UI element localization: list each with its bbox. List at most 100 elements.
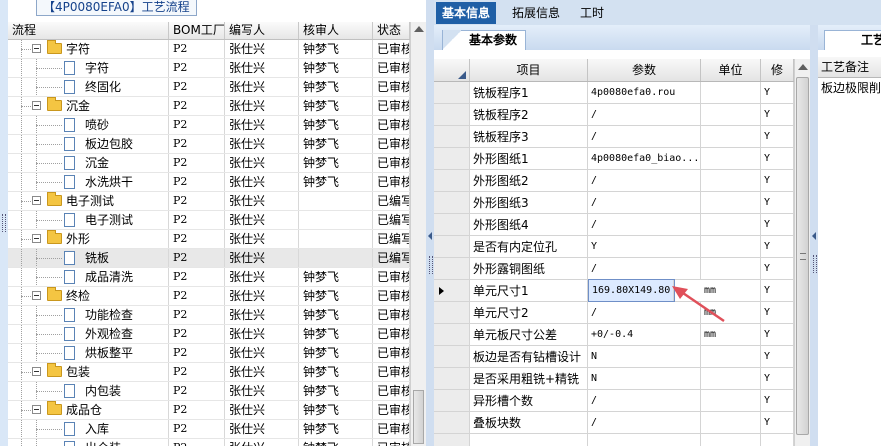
tree-folder-row[interactable]: 终检 P2 张仕兴 钟梦飞 已审核 [8,287,410,306]
col-header-modifiable[interactable]: 修 [761,59,794,81]
row-indicator[interactable] [434,148,470,169]
param-modifiable-cell[interactable]: Y [761,390,794,411]
tab-process[interactable]: 工艺 [824,30,881,50]
param-value-cell[interactable]: N [588,368,701,389]
tree-name-cell[interactable]: 烘板整平 [8,344,169,362]
collapse-toggle-icon[interactable] [32,367,41,376]
param-row[interactable]: 外形图纸4/ Y [434,214,794,236]
tree-folder-row[interactable]: 外形 P2 张仕兴 已编写 [8,230,410,249]
params-vertical-scrollbar[interactable] [794,59,811,446]
param-row[interactable]: 叠板块数 / Y [434,412,794,434]
param-modifiable-cell[interactable]: Y [761,192,794,213]
scroll-up-arrow-icon[interactable] [414,26,424,32]
param-row[interactable]: 外形露铜图纸 / Y [434,258,794,280]
param-value-cell[interactable]: / [588,258,701,279]
tree-row[interactable]: 入库 P2 张仕兴 钟梦飞 已审核 [8,420,410,439]
param-value-cell[interactable]: 4p0080efa0_biao... [588,148,701,169]
collapse-right-icon[interactable] [812,232,816,240]
param-value-cell[interactable]: / [588,412,701,433]
tree-name-cell[interactable]: 入库 [8,420,169,438]
param-modifiable-cell[interactable]: Y [761,324,794,345]
param-modifiable-cell[interactable] [761,434,794,446]
col-header-author[interactable]: 编写人 [225,22,299,39]
param-modifiable-cell[interactable]: Y [761,104,794,125]
tree-name-cell[interactable]: 沉金 [8,97,169,115]
col-header-process[interactable]: 流程 [8,22,169,39]
collapse-toggle-icon[interactable] [32,234,41,243]
col-header-item[interactable]: 项目 [470,59,588,81]
tree-row[interactable]: 喷砂 P2 张仕兴 钟梦飞 已审核 [8,116,410,135]
param-modifiable-cell[interactable]: Y [761,346,794,367]
param-modifiable-cell[interactable]: Y [761,280,794,301]
params-scroll-thumb[interactable] [796,77,809,435]
param-value-cell[interactable]: / [588,104,701,125]
tree-name-cell[interactable]: 成品仓 [8,401,169,419]
tree-folder-row[interactable]: 包装 P2 张仕兴 钟梦飞 已审核 [8,363,410,382]
tree-row[interactable]: 出仓装 P2张仕兴钟梦飞已审核 [8,439,410,446]
param-value-cell[interactable]: / [588,390,701,411]
param-value-cell[interactable] [588,434,701,446]
right-splitter[interactable] [810,25,818,446]
tree-name-cell[interactable]: 外形 [8,230,169,248]
param-row[interactable]: 外形图纸2/ Y [434,170,794,192]
row-indicator[interactable] [434,170,470,191]
param-row[interactable]: 板边是否有钻槽设计 N Y [434,346,794,368]
tree-name-cell[interactable]: 内包装 [8,382,169,400]
tree-row[interactable]: 电子测试 P2 张仕兴 已编写 [8,211,410,230]
tree-name-cell[interactable]: 成品清洗 [8,268,169,286]
row-indicator[interactable] [434,390,470,411]
tree-name-cell[interactable]: 电子测试 [8,211,169,229]
tree-vertical-scrollbar[interactable] [410,22,426,446]
left-edge-splitter[interactable] [0,0,8,446]
tree-folder-row[interactable]: 字符 P2 张仕兴 钟梦飞 已审核 [8,40,410,59]
param-value-cell[interactable]: / [588,214,701,235]
tree-row[interactable]: 功能检查 P2 张仕兴 钟梦飞 已审核 [8,306,410,325]
param-modifiable-cell[interactable]: Y [761,412,794,433]
param-row[interactable]: 是否有内定位孔 Y Y [434,236,794,258]
param-value-cell[interactable]: / [588,170,701,191]
row-indicator[interactable] [434,214,470,235]
row-indicator[interactable] [434,82,470,103]
tree-name-cell[interactable]: 出仓装 [8,439,169,446]
param-row[interactable]: 外形图纸1 4p0080efa0_biao... Y [434,148,794,170]
param-row[interactable]: 铣板程序2/ Y [434,104,794,126]
tree-folder-row[interactable]: 沉金 P2 张仕兴 钟梦飞 已审核 [8,97,410,116]
param-row[interactable]: 单元板尺寸公差 +0/-0.4 mm Y [434,324,794,346]
param-modifiable-cell[interactable]: Y [761,302,794,323]
param-value-cell[interactable]: Y [588,236,701,257]
param-value-cell[interactable]: +0/-0.4 [588,324,701,345]
tree-name-cell[interactable]: 水洗烘干 [8,173,169,191]
process-notes-cell[interactable]: 板边极限削 [818,78,881,98]
tree-scroll-thumb[interactable] [413,390,424,444]
tree-row[interactable]: 沉金 P2 张仕兴 钟梦飞 已审核 [8,154,410,173]
row-indicator[interactable] [434,280,470,301]
tree-name-cell[interactable]: 终固化 [8,78,169,96]
tree-row[interactable]: 内包装 P2 张仕兴 钟梦飞 已审核 [8,382,410,401]
param-modifiable-cell[interactable]: Y [761,368,794,389]
row-indicator[interactable] [434,258,470,279]
subtab-basic-params[interactable]: 基本参数 [442,30,527,50]
collapse-left-icon[interactable] [428,232,432,240]
row-indicator[interactable] [434,434,470,446]
tree-row[interactable]: 烘板整平 P2 张仕兴 钟梦飞 已审核 [8,344,410,363]
tree-name-cell[interactable]: 外观检查 [8,325,169,343]
tree-row[interactable]: 终固化 P2 张仕兴 钟梦飞 已审核 [8,78,410,97]
scroll-up-arrow-icon[interactable] [798,64,808,70]
collapse-toggle-icon[interactable] [32,291,41,300]
param-row[interactable]: 铣板程序1 4p0080efa0.rou Y [434,82,794,104]
tab-basic-info[interactable]: 基本信息 [436,2,497,24]
tab-extended-info[interactable]: 拓展信息 [506,2,566,24]
param-row[interactable]: 外形图纸3/ Y [434,192,794,214]
param-value-cell[interactable]: 4p0080efa0.rou [588,82,701,103]
tree-name-cell[interactable]: 沉金 [8,154,169,172]
col-header-status[interactable]: 状态 [373,22,410,39]
row-indicator[interactable] [434,126,470,147]
tab-work-hours[interactable]: 工时 [574,2,610,24]
tree-name-cell[interactable]: 字符 [8,59,169,77]
tree-name-cell[interactable]: 板边包胶 [8,135,169,153]
tree-row[interactable]: 水洗烘干 P2 张仕兴 钟梦飞 已审核 [8,173,410,192]
tree-name-cell[interactable]: 字符 [8,40,169,58]
param-row[interactable]: 单元尺寸1 169.80X149.80 mm Y [434,279,794,302]
tree-name-cell[interactable]: 功能检查 [8,306,169,324]
param-modifiable-cell[interactable]: Y [761,214,794,235]
